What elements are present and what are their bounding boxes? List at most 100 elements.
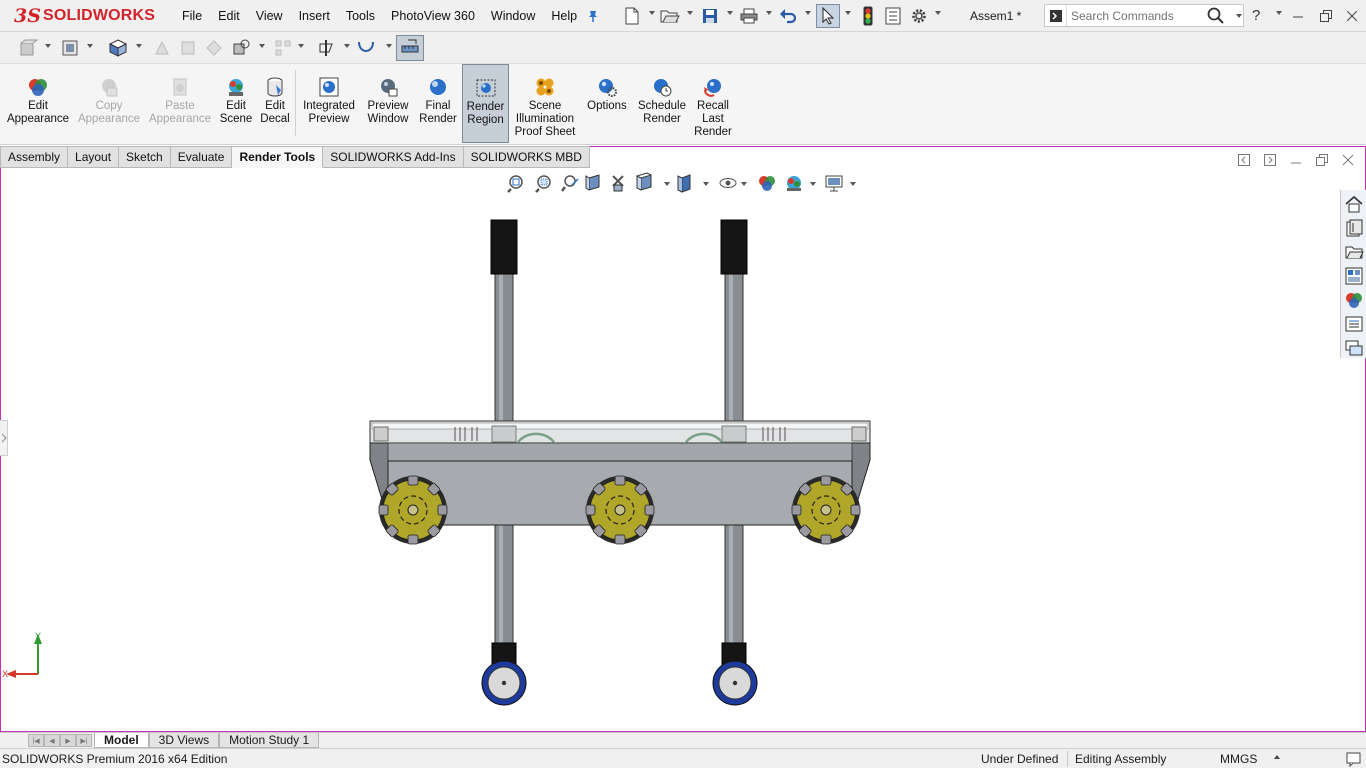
hide-show-chevron-icon[interactable] xyxy=(741,182,747,186)
options-dropdown-chevron-icon[interactable] xyxy=(935,11,941,15)
component-dropdown-chevron-icon[interactable] xyxy=(45,44,51,48)
view-dropdown-chevron-icon[interactable] xyxy=(136,44,142,48)
curves-dropdown-chevron-icon[interactable] xyxy=(386,44,392,48)
design-library-icon[interactable] xyxy=(1344,218,1364,238)
previous-view-icon[interactable] xyxy=(561,175,579,192)
quick-tips-icon[interactable] xyxy=(1346,751,1362,770)
appearances-scenes-decals-icon[interactable] xyxy=(1344,290,1364,310)
instant3d-button[interactable] xyxy=(396,35,424,61)
solidworks-logo[interactable]: 3S SOLIDWORKS xyxy=(14,4,155,28)
custom-properties-icon[interactable] xyxy=(1344,314,1364,334)
pattern-dropdown-chevron-icon[interactable] xyxy=(298,44,304,48)
menu-edit[interactable]: Edit xyxy=(210,9,248,23)
feature-manager-collapse-handle[interactable] xyxy=(0,420,8,456)
tab-render-tools[interactable]: Render Tools xyxy=(232,146,324,168)
robot-chassis-model[interactable] xyxy=(360,210,880,710)
solidworks-forum-icon[interactable] xyxy=(1344,338,1364,358)
reference-dropdown-chevron-icon[interactable] xyxy=(344,44,350,48)
view-settings-chevron-icon[interactable] xyxy=(850,182,856,186)
save-dropdown-chevron-icon[interactable] xyxy=(727,11,733,15)
insert-dropdown-chevron-icon[interactable] xyxy=(87,44,93,48)
edit-decal-button[interactable]: Edit Decal xyxy=(258,64,292,143)
curves-icon[interactable] xyxy=(356,38,376,58)
options-button[interactable]: Options xyxy=(583,64,631,143)
file-properties-icon[interactable] xyxy=(883,6,903,26)
display-style-chevron-icon[interactable] xyxy=(703,182,709,186)
select-dropdown-chevron-icon[interactable] xyxy=(845,11,851,15)
preview-window-button[interactable]: Preview Window xyxy=(362,64,414,143)
restore-icon[interactable] xyxy=(1312,0,1339,32)
first-tab-arrow-icon[interactable]: |◀ xyxy=(28,734,44,747)
undo-icon[interactable] xyxy=(778,6,798,26)
edit-appearance-view-icon[interactable] xyxy=(759,176,775,191)
print-dropdown-chevron-icon[interactable] xyxy=(766,11,772,15)
open-folder-icon[interactable] xyxy=(660,6,680,26)
solidworks-resources-home-icon[interactable] xyxy=(1344,194,1364,214)
help-dropdown-chevron-icon[interactable] xyxy=(1276,11,1282,15)
schedule-render-button[interactable]: Schedule Render xyxy=(635,64,689,143)
search-dropdown-chevron-icon[interactable] xyxy=(1236,14,1242,18)
units-menu-chevron-icon[interactable] xyxy=(1274,755,1280,759)
tab-model[interactable]: Model xyxy=(94,733,149,748)
search-commands-box[interactable] xyxy=(1044,4,1244,27)
zoom-to-fit-icon[interactable] xyxy=(507,175,523,193)
recall-last-render-button[interactable]: Recall Last Render xyxy=(693,64,733,143)
last-tab-arrow-icon[interactable]: ▶| xyxy=(76,734,92,747)
rebuild-traffic-light-icon[interactable] xyxy=(858,6,878,26)
render-region-button[interactable]: Render Region xyxy=(462,64,509,143)
open-dropdown-chevron-icon[interactable] xyxy=(687,11,693,15)
tab-3d-views[interactable]: 3D Views xyxy=(148,733,220,748)
dynamic-annotation-icon[interactable] xyxy=(612,175,624,192)
view-orientation-chevron-icon[interactable] xyxy=(664,182,670,186)
view-orientation-icon[interactable] xyxy=(636,172,652,191)
close-icon[interactable] xyxy=(1339,0,1366,32)
menu-insert[interactable]: Insert xyxy=(291,9,338,23)
tile-right-icon[interactable] xyxy=(1263,153,1277,167)
print-icon[interactable] xyxy=(739,6,759,26)
tab-assembly[interactable]: Assembly xyxy=(0,146,69,168)
menu-file[interactable]: File xyxy=(174,9,210,23)
tab-solidworks-mbd[interactable]: SOLIDWORKS MBD xyxy=(463,146,590,168)
component-icon[interactable] xyxy=(18,38,38,58)
tab-solidworks-add-ins[interactable]: SOLIDWORKS Add-Ins xyxy=(323,146,464,168)
tab-layout[interactable]: Layout xyxy=(68,146,120,168)
status-units[interactable]: MMGS xyxy=(1220,752,1257,766)
tile-left-icon[interactable] xyxy=(1237,153,1251,167)
new-dropdown-chevron-icon[interactable] xyxy=(649,11,655,15)
help-button[interactable]: ? xyxy=(1252,7,1260,24)
undo-dropdown-chevron-icon[interactable] xyxy=(805,11,811,15)
search-icon[interactable] xyxy=(1207,7,1225,28)
viewport-minimize-icon[interactable] xyxy=(1289,153,1303,167)
prev-tab-arrow-icon[interactable]: ◀ xyxy=(44,734,60,747)
view-palette-icon[interactable] xyxy=(1344,266,1364,286)
paste-appearance-button[interactable]: Paste Appearance xyxy=(146,64,214,143)
integrated-preview-button[interactable]: Integrated Preview xyxy=(300,64,358,143)
tab-evaluate[interactable]: Evaluate xyxy=(170,146,233,168)
display-style-icon[interactable] xyxy=(677,174,691,193)
scene-illumination-proof-sheet-button[interactable]: Scene Illumination Proof Sheet xyxy=(512,64,578,143)
edit-appearance-button[interactable]: Edit Appearance xyxy=(4,64,72,143)
apply-scene-chevron-icon[interactable] xyxy=(810,182,816,186)
save-icon[interactable] xyxy=(700,6,720,26)
gear-icon[interactable] xyxy=(909,6,929,26)
final-render-button[interactable]: Final Render xyxy=(418,64,458,143)
menu-view[interactable]: View xyxy=(248,9,291,23)
pin-icon[interactable] xyxy=(583,6,603,26)
menu-help[interactable]: Help xyxy=(543,9,585,23)
hide-show-items-icon[interactable] xyxy=(719,178,737,188)
viewport-restore-icon[interactable] xyxy=(1315,153,1329,167)
new-document-icon[interactable] xyxy=(622,6,642,26)
tab-sketch[interactable]: Sketch xyxy=(119,146,171,168)
menu-photoview-360[interactable]: PhotoView 360 xyxy=(383,9,483,23)
edit-scene-button[interactable]: Edit Scene xyxy=(218,64,254,143)
reference-geometry-icon[interactable] xyxy=(316,38,336,58)
next-tab-arrow-icon[interactable]: ▶ xyxy=(60,734,76,747)
search-input[interactable] xyxy=(1067,5,1207,26)
explode-view-icon[interactable] xyxy=(231,38,251,58)
menu-window[interactable]: Window xyxy=(483,9,543,23)
viewport-close-icon[interactable] xyxy=(1341,153,1355,167)
section-view-icon[interactable] xyxy=(585,174,600,191)
insert-component-icon[interactable] xyxy=(60,38,80,58)
copy-appearance-button[interactable]: Copy Appearance xyxy=(76,64,142,143)
explode-dropdown-chevron-icon[interactable] xyxy=(259,44,265,48)
